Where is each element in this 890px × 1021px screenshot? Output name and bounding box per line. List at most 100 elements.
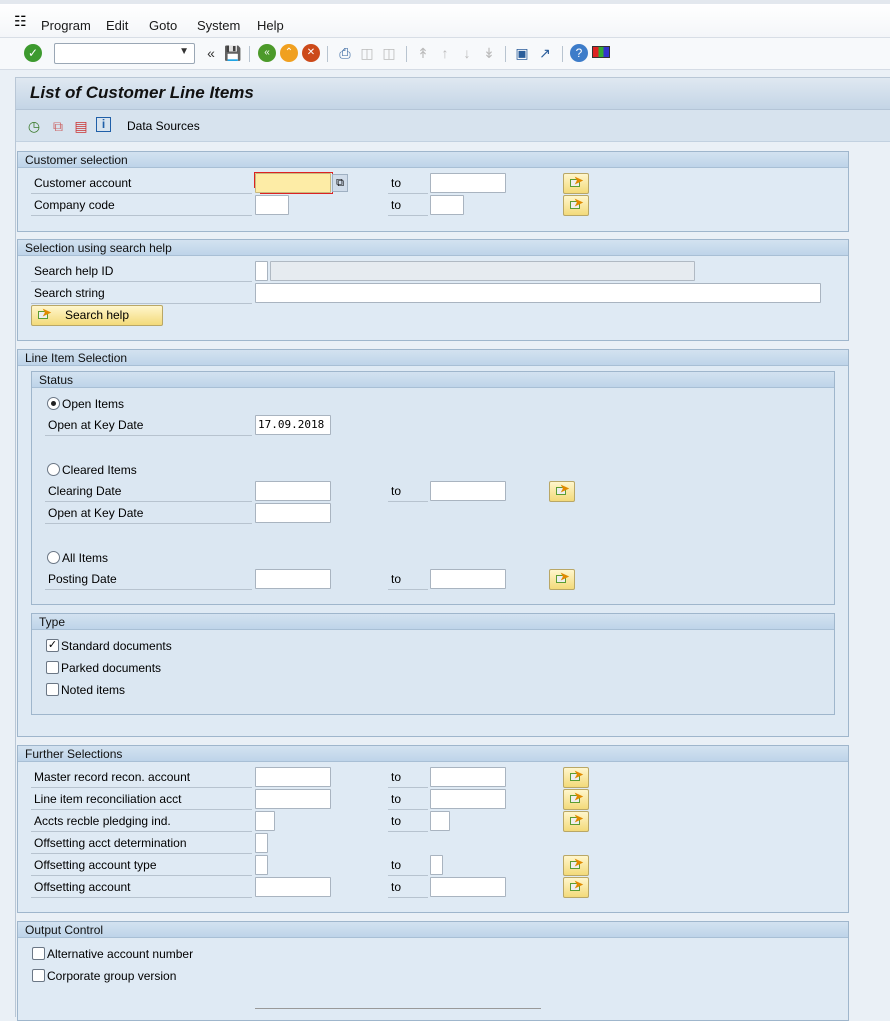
- arrow-icon: ➤: [574, 879, 584, 891]
- value-help-icon[interactable]: ⧉: [332, 174, 348, 192]
- posting-date-to[interactable]: [430, 569, 506, 589]
- get-variant-icon[interactable]: ⧉: [49, 117, 67, 135]
- customer-account-label: Customer account: [31, 173, 252, 194]
- open-items-radio[interactable]: [47, 397, 60, 410]
- checkbox-noted-items[interactable]: [46, 683, 59, 696]
- company-code-label: Company code: [31, 195, 252, 216]
- line-item-reconciliation-acct-to-field[interactable]: [430, 789, 506, 809]
- title-bar: List of Customer Line Items: [16, 78, 890, 110]
- application-toolbar: ◷ ⧉ ▤ i Data Sources: [16, 110, 890, 142]
- all-items-radio[interactable]: [47, 551, 60, 564]
- open-items-label: Open Items: [62, 397, 125, 411]
- clearing-date-from[interactable]: [255, 481, 331, 501]
- offsetting-account-type-from-field[interactable]: [255, 855, 268, 875]
- offsetting-account-from-field[interactable]: [255, 877, 331, 897]
- checkbox-label: Parked documents: [61, 661, 162, 675]
- exit-icon[interactable]: ⌃: [280, 44, 298, 62]
- cleared-items-label: Cleared Items: [62, 463, 137, 477]
- checkbox-standard-documents[interactable]: ✓: [46, 639, 59, 652]
- execute-icon[interactable]: ◷: [25, 117, 43, 135]
- posting-date-multiple-selection-button[interactable]: ➤: [549, 569, 575, 590]
- open-key-date-label: Open at Key Date: [45, 415, 252, 436]
- line-item-reconciliation-acct-from-field[interactable]: [255, 789, 331, 809]
- accts-recble-pledging-ind-multiple-selection-button[interactable]: ➤: [563, 811, 589, 832]
- data-sources-button[interactable]: Data Sources: [127, 119, 200, 133]
- customer-account-to-field[interactable]: [430, 173, 506, 193]
- save-icon[interactable]: 💾: [224, 44, 242, 62]
- search-string-field[interactable]: [255, 283, 821, 303]
- offsetting-account-label: Offsetting account: [31, 877, 252, 898]
- posting-date-from[interactable]: [255, 569, 331, 589]
- cleared-key-date-field[interactable]: [255, 503, 331, 523]
- group-header: Line Item Selection: [18, 350, 848, 366]
- prev-page-icon: ↑: [441, 45, 449, 61]
- line-item-reconciliation-acct-multiple-selection-button[interactable]: ➤: [563, 789, 589, 810]
- offsetting-acct-determination-from-field[interactable]: [255, 833, 268, 853]
- collapse-icon[interactable]: «: [202, 44, 220, 62]
- first-page-icon: ↟: [417, 45, 429, 61]
- menu-help[interactable]: Help: [257, 18, 284, 33]
- cancel-icon[interactable]: ✕: [302, 44, 320, 62]
- to-label: to: [388, 569, 428, 590]
- offsetting-account-type-to-field[interactable]: [430, 855, 443, 875]
- checkbox-label: Corporate group version: [47, 969, 177, 983]
- accts-recble-pledging-ind-to-field[interactable]: [430, 811, 450, 831]
- menu-program[interactable]: Program: [41, 18, 91, 33]
- checkbox-label: Alternative account number: [47, 947, 194, 961]
- shortcut-icon[interactable]: ↗: [536, 44, 554, 62]
- company-code-multiple-selection-button[interactable]: ➤: [563, 195, 589, 216]
- enter-icon[interactable]: ✓: [24, 44, 42, 62]
- arrow-icon: ➤: [574, 197, 584, 209]
- checkbox-alternative-account-number[interactable]: [32, 947, 45, 960]
- checkbox-parked-documents[interactable]: [46, 661, 59, 674]
- cleared-items-radio[interactable]: [47, 463, 60, 476]
- find-next-icon: ◫: [382, 45, 396, 61]
- help-icon[interactable]: ?: [570, 44, 588, 62]
- checkbox-label: Standard documents: [61, 639, 172, 653]
- master-record-recon-account-from-field[interactable]: [255, 767, 331, 787]
- to-label: to: [388, 767, 428, 788]
- new-session-icon[interactable]: ▣: [513, 44, 531, 62]
- arrow-icon: ➤: [574, 791, 584, 803]
- offsetting-account-multiple-selection-button[interactable]: ➤: [563, 877, 589, 898]
- search-help-id-field[interactable]: [255, 261, 268, 281]
- chevron-down-icon[interactable]: ▼: [179, 46, 189, 57]
- info-icon[interactable]: i: [96, 117, 111, 132]
- customer-account-multiple-selection-button[interactable]: ➤: [563, 173, 589, 194]
- master-record-recon-account-to-field[interactable]: [430, 767, 506, 787]
- system-menu-icon[interactable]: ☷: [14, 13, 27, 30]
- clearing-date-multiple-selection-button[interactable]: ➤: [549, 481, 575, 502]
- checkbox-corporate-group-version[interactable]: [32, 969, 45, 982]
- clearing-date-to[interactable]: [430, 481, 506, 501]
- accts-recble-pledging-ind-from-field[interactable]: [255, 811, 275, 831]
- print-icon[interactable]: ⎙: [336, 44, 354, 62]
- menu-goto[interactable]: Goto: [149, 18, 177, 33]
- search-help-description-field: [270, 261, 695, 281]
- back-icon[interactable]: «: [258, 44, 276, 62]
- menu-edit[interactable]: Edit: [106, 18, 128, 33]
- menu-bar: ☷ Program Edit Goto System Help: [0, 0, 890, 38]
- to-label: to: [388, 855, 428, 876]
- dynamic-selections-icon[interactable]: ▤: [72, 117, 90, 135]
- to-label: to: [388, 877, 428, 898]
- to-label: to: [388, 811, 428, 832]
- search-string-label: Search string: [31, 283, 252, 304]
- all-items-label: All Items: [62, 551, 109, 565]
- search-help-button[interactable]: ➤ Search help: [31, 305, 163, 326]
- arrow-icon: ➤: [574, 813, 584, 825]
- company-code-from-field[interactable]: [255, 195, 289, 215]
- arrow-icon: ➤: [574, 857, 584, 869]
- offsetting-account-to-field[interactable]: [430, 877, 506, 897]
- offsetting-account-type-multiple-selection-button[interactable]: ➤: [563, 855, 589, 876]
- company-code-to-field[interactable]: [430, 195, 464, 215]
- customize-layout-icon[interactable]: [592, 46, 610, 58]
- arrow-icon: ➤: [574, 769, 584, 781]
- master-record-recon-account-multiple-selection-button[interactable]: ➤: [563, 767, 589, 788]
- group-header: Output Control: [18, 922, 848, 938]
- group-header: Further Selections: [18, 746, 848, 762]
- system-toolbar: ✓ ▼ « 💾 « ⌃ ✕ ⎙ ◫ ◫ ↟ ↑ ↓ ↡ ▣ ↗ ?: [0, 38, 890, 70]
- menu-system[interactable]: System: [197, 18, 240, 33]
- open-key-date-field[interactable]: 17.09.2018: [255, 415, 331, 435]
- command-field[interactable]: ▼: [54, 43, 195, 64]
- page-title: List of Customer Line Items: [30, 83, 254, 102]
